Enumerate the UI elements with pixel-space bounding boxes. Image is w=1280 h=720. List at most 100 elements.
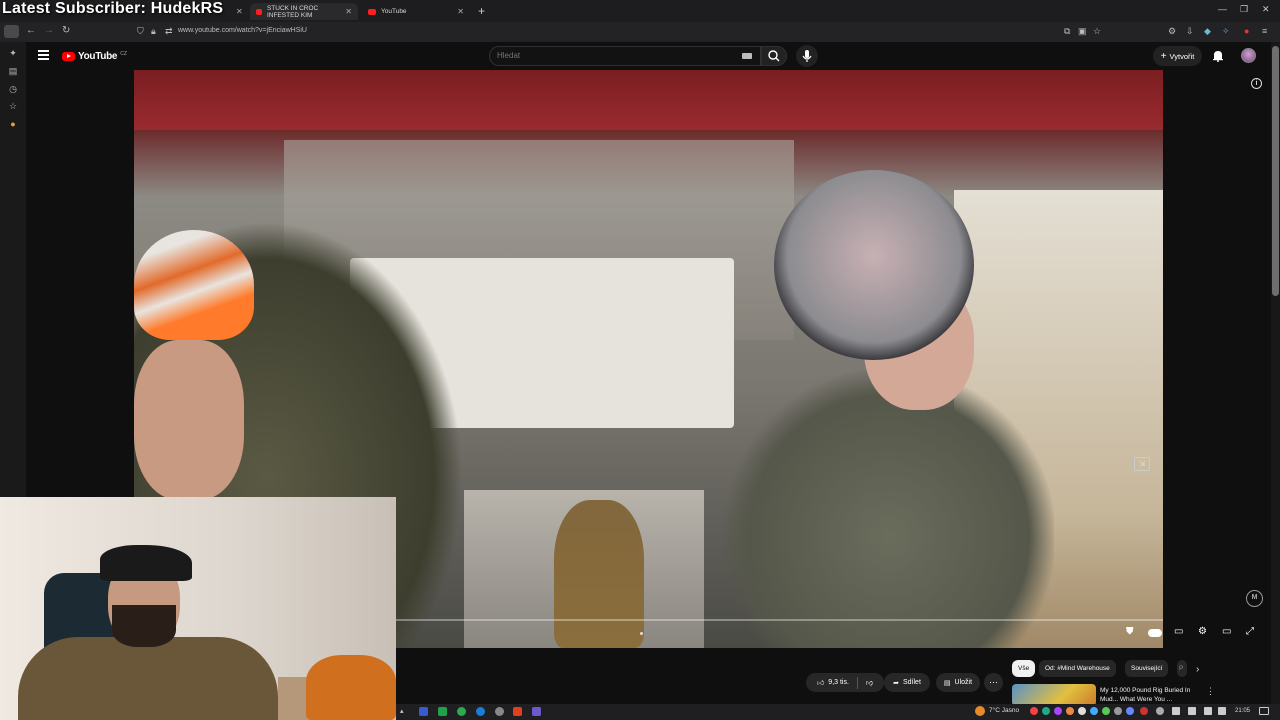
extension-icon[interactable]: ⚙ — [1168, 26, 1176, 37]
info-icon[interactable]: i — [1251, 78, 1262, 89]
sidebar-toggle-icon[interactable] — [4, 25, 19, 38]
chip-related[interactable]: Související — [1125, 660, 1169, 677]
like-dislike-group[interactable]: 👍︎ 9,3 tis. 👎︎ — [806, 673, 884, 692]
battery-icon[interactable] — [1218, 707, 1226, 715]
hamburger-menu-icon[interactable] — [38, 50, 49, 60]
notifications-bell-icon[interactable] — [1212, 49, 1224, 67]
search-input[interactable] — [497, 51, 737, 60]
tray-icon[interactable] — [1042, 707, 1050, 715]
voice-search-button[interactable] — [796, 45, 818, 67]
bookmarks-icon[interactable]: ☆ — [7, 101, 19, 113]
network-icon[interactable] — [1188, 707, 1196, 715]
taskbar-app-icon[interactable] — [457, 707, 466, 716]
taskbar-app-icon[interactable] — [438, 707, 447, 716]
site-settings-icon[interactable]: ⇄ — [165, 26, 173, 37]
reader-icon[interactable]: ▣ — [1078, 26, 1087, 37]
tray-icon[interactable] — [1156, 707, 1164, 715]
tray-icon[interactable] — [1140, 707, 1148, 715]
screenshot-icon[interactable]: ⧉ — [1064, 26, 1070, 37]
extension-2-icon[interactable]: ◆ — [1204, 26, 1211, 37]
save-button[interactable]: ▤ Uložit — [936, 673, 980, 692]
tray-icon[interactable] — [1172, 707, 1180, 715]
youtube-logo[interactable]: YouTube CZ — [62, 51, 127, 62]
search-button[interactable] — [761, 46, 787, 66]
video-frame — [774, 170, 974, 360]
tray-icon[interactable] — [1030, 707, 1038, 715]
tab-video[interactable]: STUCK IN CROC INFESTED KIM ✕ — [250, 3, 358, 20]
autoplay-toggle[interactable] — [1148, 629, 1162, 637]
taskbar-chevron-icon[interactable]: ▴ — [400, 707, 404, 715]
tray-icon[interactable] — [1054, 707, 1062, 715]
share-button[interactable]: ➦ Sdílet — [884, 673, 930, 692]
tray-icon[interactable] — [1102, 707, 1110, 715]
create-button[interactable]: + Vytvořit — [1153, 46, 1202, 66]
pinboard-icon[interactable]: ● — [7, 119, 19, 131]
shield-icon[interactable]: ⛉ — [137, 26, 144, 37]
tray-icon[interactable] — [1126, 707, 1134, 715]
browser-menu-icon[interactable]: ≡ — [1262, 26, 1267, 36]
taskbar-app-icon[interactable] — [513, 707, 522, 716]
tab-label: STUCK IN CROC INFESTED KIM — [266, 4, 319, 19]
tray-icon[interactable] — [1066, 707, 1074, 715]
tab-close-1[interactable]: ✕ — [230, 3, 246, 20]
tray-icon[interactable] — [1090, 707, 1098, 715]
lock-icon[interactable]: 🔒︎ — [151, 26, 156, 37]
close-window-icon[interactable]: ✕ — [1262, 4, 1270, 15]
scrollbar-thumb[interactable] — [1272, 46, 1279, 296]
extension-3-icon[interactable]: ✧ — [1222, 26, 1230, 37]
taskbar-weather[interactable]: 7°C Jasno — [989, 707, 1019, 714]
new-tab-icon[interactable]: + — [478, 4, 485, 18]
url-field[interactable]: www.youtube.com/watch?v=jEnciawHSiU — [178, 27, 307, 34]
taskbar-clock[interactable]: 21:05 — [1235, 708, 1250, 714]
back-icon[interactable]: ← — [26, 25, 36, 36]
picture-in-picture-icon[interactable]: ⇲ — [1134, 457, 1150, 471]
taskbar-app-icon[interactable] — [419, 707, 428, 716]
tab-youtube[interactable]: YouTube ✕ — [362, 3, 470, 20]
tray-icon[interactable] — [1078, 707, 1086, 715]
share-label: Sdílet — [902, 679, 921, 686]
reload-icon[interactable]: ↻ — [62, 25, 70, 36]
chevron-right-icon[interactable]: › — [1196, 664, 1199, 675]
chip-from-channel[interactable]: Od: #Mind Warehouse — [1039, 660, 1116, 677]
thumbs-down-icon[interactable]: 👎︎ — [866, 678, 873, 687]
subtitles-icon[interactable]: ▭ — [1174, 626, 1183, 637]
volume-icon[interactable] — [1204, 707, 1212, 715]
settings-gear-icon[interactable]: ⚙ — [1198, 626, 1207, 637]
thumbs-up-icon[interactable]: 👍︎ — [817, 678, 824, 687]
bookmark-star-icon[interactable]: ☆ — [1093, 26, 1101, 37]
wallet-icon[interactable]: ▤ — [7, 66, 19, 78]
like-count[interactable]: 9,3 tis. — [828, 679, 849, 686]
more-dots-icon: ⋯ — [989, 677, 998, 687]
more-vert-icon[interactable]: ⋮ — [1206, 686, 1215, 697]
close-icon[interactable]: ✕ — [236, 7, 243, 16]
progress-bar[interactable] — [396, 619, 1163, 621]
close-icon[interactable]: ✕ — [345, 7, 352, 16]
opera-icon[interactable]: ● — [1244, 26, 1249, 36]
history-icon[interactable]: ◷ — [7, 84, 19, 96]
taskbar-app-icon[interactable] — [495, 707, 504, 716]
chip-partial[interactable]: P — [1177, 660, 1187, 677]
more-actions-button[interactable]: ⋯ — [984, 673, 1003, 692]
sponsor-shield-icon[interactable]: ⛊ — [1126, 626, 1134, 637]
webcam-overlay — [0, 497, 396, 720]
download-icon[interactable]: ⇩ — [1186, 26, 1194, 37]
taskbar-app-icon[interactable] — [476, 707, 485, 716]
channel-watermark-icon[interactable]: M — [1246, 590, 1263, 607]
recommendation-title[interactable]: My 12,000 Pound Rig Buried In Mud... Wha… — [1100, 686, 1200, 704]
fullscreen-icon[interactable]: ⤢ — [1246, 626, 1254, 637]
tray-icon[interactable] — [1114, 707, 1122, 715]
recommendation-thumbnail[interactable] — [1012, 684, 1096, 706]
keyboard-icon[interactable] — [742, 53, 752, 59]
notifications-icon[interactable] — [1259, 707, 1269, 715]
avatar[interactable] — [1241, 48, 1256, 63]
plus-icon: + — [1160, 50, 1167, 62]
theater-mode-icon[interactable]: ▭ — [1222, 626, 1231, 637]
taskbar-app-icon[interactable] — [532, 707, 541, 716]
restore-icon[interactable]: ❐ — [1240, 4, 1248, 15]
ai-icon[interactable]: ✦ — [7, 48, 19, 60]
close-icon[interactable]: ✕ — [457, 7, 464, 16]
chip-all[interactable]: Vše — [1012, 660, 1036, 677]
weather-icon[interactable] — [975, 706, 985, 716]
minimize-icon[interactable]: — — [1218, 4, 1227, 14]
forward-icon[interactable]: → — [44, 25, 54, 36]
